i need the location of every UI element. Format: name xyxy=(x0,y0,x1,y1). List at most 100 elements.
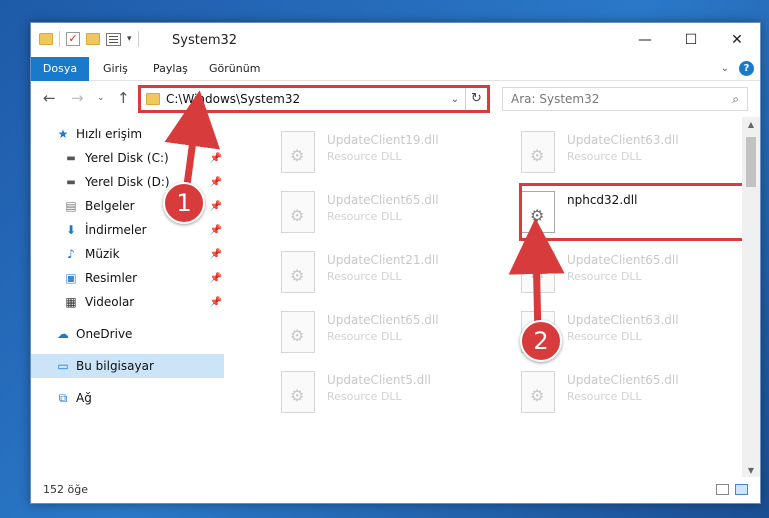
properties-icon[interactable] xyxy=(106,32,121,46)
dll-file-icon xyxy=(281,371,315,413)
file-item[interactable]: UpdateClient65.dll Resource DLL xyxy=(257,183,487,243)
file-type: Resource DLL xyxy=(567,390,642,403)
sidebar-item-label: Yerel Disk (D:) xyxy=(85,175,170,189)
file-type: Resource DLL xyxy=(567,270,642,283)
recent-locations-chevron-icon[interactable]: ⌄ xyxy=(97,93,105,103)
sidebar-item-label: Müzik xyxy=(85,247,120,261)
file-type: Resource DLL xyxy=(327,270,402,283)
file-list: UpdateClient19.dll Resource DLL UpdateCl… xyxy=(229,117,743,479)
pin-icon[interactable]: 📌 xyxy=(210,153,222,164)
file-name: UpdateClient19.dll xyxy=(327,133,439,147)
file-name: UpdateClient63.dll xyxy=(567,133,679,147)
sidebar-item-network[interactable]: ⧉ Ağ xyxy=(31,386,224,410)
scrollbar-thumb[interactable] xyxy=(746,137,756,187)
pin-icon[interactable]: 📌 xyxy=(210,201,222,212)
close-button[interactable]: ✕ xyxy=(714,23,760,57)
search-box[interactable]: Ara: System32 ⌕ xyxy=(502,87,748,111)
tab-view[interactable]: Görünüm xyxy=(199,57,270,81)
sidebar-item-videos[interactable]: ▦ Videolar 📌 xyxy=(31,290,224,314)
sidebar-item-onedrive[interactable]: ☁ OneDrive xyxy=(31,322,224,346)
sidebar-item-this-pc[interactable]: ▭ Bu bilgisayar xyxy=(31,354,224,378)
drive-icon: ▬ xyxy=(66,152,76,164)
ribbon-tabs: Dosya Giriş Paylaş Görünüm ⌄ ? xyxy=(31,57,760,81)
back-arrow-icon[interactable]: ← xyxy=(43,89,56,107)
pin-icon[interactable]: 📌 xyxy=(210,297,222,308)
file-type: Resource DLL xyxy=(567,330,642,343)
file-item[interactable]: UpdateClient65.dll Resource DLL xyxy=(497,363,727,423)
file-item[interactable]: UpdateClient63.dll Resource DLL xyxy=(497,123,727,183)
dll-file-icon xyxy=(281,251,315,293)
file-type: Resource DLL xyxy=(567,150,642,163)
address-bar[interactable]: C:\Windows\System32 ⌄ ↻ xyxy=(138,85,490,113)
pictures-icon: ▣ xyxy=(65,271,77,285)
star-icon: ★ xyxy=(57,127,69,141)
scroll-up-icon[interactable]: ▲ xyxy=(742,117,760,133)
item-count: 152 öğe xyxy=(43,483,88,496)
separator xyxy=(137,31,139,47)
vertical-scrollbar[interactable]: ▲ ▼ xyxy=(742,117,760,479)
pin-icon[interactable]: 📌 xyxy=(210,273,222,284)
pin-icon[interactable]: 📌 xyxy=(210,225,222,236)
tab-file[interactable]: Dosya xyxy=(31,57,89,81)
address-path[interactable]: C:\Windows\System32 xyxy=(166,92,445,106)
sidebar-item-label: OneDrive xyxy=(76,327,133,341)
sidebar-item-label: Resimler xyxy=(85,271,138,285)
title-bar: ✓ ▾ System32 — ☐ ✕ xyxy=(31,23,760,57)
dll-file-icon xyxy=(521,251,555,293)
document-icon: ▤ xyxy=(65,199,77,213)
forward-arrow-icon[interactable]: → xyxy=(71,89,84,107)
pin-icon[interactable]: 📌 xyxy=(210,177,222,188)
search-input[interactable]: Ara: System32 xyxy=(511,92,732,106)
download-icon: ⬇ xyxy=(65,223,77,237)
file-item[interactable]: UpdateClient65.dll Resource DLL xyxy=(497,243,727,303)
address-dropdown-icon[interactable]: ⌄ xyxy=(445,94,465,105)
sidebar-item-downloads[interactable]: ⬇ İndirmeler 📌 xyxy=(31,218,224,242)
sidebar-item-label: Videolar xyxy=(85,295,135,309)
search-icon[interactable]: ⌕ xyxy=(732,92,739,107)
file-name: UpdateClient65.dll xyxy=(327,313,439,327)
help-icon[interactable]: ? xyxy=(739,61,754,76)
tab-share[interactable]: Paylaş xyxy=(143,57,198,81)
file-item[interactable]: UpdateClient65.dll Resource DLL xyxy=(257,303,487,363)
file-type: Resource DLL xyxy=(327,210,402,223)
dll-file-icon xyxy=(281,131,315,173)
dll-file-icon xyxy=(521,131,555,173)
pin-icon[interactable]: 📌 xyxy=(210,249,222,260)
customize-toolbar-caret-icon[interactable]: ▾ xyxy=(127,34,132,44)
file-name: UpdateClient65.dll xyxy=(567,253,679,267)
large-icons-view-icon[interactable] xyxy=(735,484,748,495)
navigation-pane: ★ Hızlı erişim ▬ Yerel Disk (C:) 📌 ▬ Yer… xyxy=(31,117,226,479)
file-item[interactable]: UpdateClient21.dll Resource DLL xyxy=(257,243,487,303)
file-item[interactable]: UpdateClient19.dll Resource DLL xyxy=(257,123,487,183)
sidebar-item-music[interactable]: ♪ Müzik 📌 xyxy=(31,242,224,266)
dll-file-icon xyxy=(281,311,315,353)
file-item[interactable]: UpdateClient5.dll Resource DLL xyxy=(257,363,487,423)
file-name: UpdateClient21.dll xyxy=(327,253,439,267)
sidebar-item-quick-access[interactable]: ★ Hızlı erişim xyxy=(31,122,224,146)
sidebar-item-local-disk-c[interactable]: ▬ Yerel Disk (C:) 📌 xyxy=(31,146,224,170)
refresh-icon[interactable]: ↻ xyxy=(465,88,487,110)
maximize-button[interactable]: ☐ xyxy=(668,23,714,57)
file-name: UpdateClient65.dll xyxy=(567,373,679,387)
quick-access-toolbar: ✓ ▾ xyxy=(39,31,139,47)
file-name: UpdateClient63.dll xyxy=(567,313,679,327)
up-arrow-icon[interactable]: ↑ xyxy=(117,89,130,107)
music-icon: ♪ xyxy=(67,247,75,261)
view-switcher xyxy=(716,484,748,495)
separator xyxy=(59,31,60,47)
explorer-window: ✓ ▾ System32 — ☐ ✕ Dosya Giriş Paylaş Gö… xyxy=(30,22,761,504)
new-folder-icon[interactable] xyxy=(86,33,100,45)
tab-home[interactable]: Giriş xyxy=(93,57,138,81)
sidebar-item-label: İndirmeler xyxy=(85,223,147,237)
video-icon: ▦ xyxy=(65,295,77,309)
chevron-down-icon[interactable]: ⌄ xyxy=(721,61,729,76)
sidebar-item-pictures[interactable]: ▣ Resimler 📌 xyxy=(31,266,224,290)
dll-file-icon xyxy=(281,191,315,233)
sidebar-item-label: Hızlı erişim xyxy=(76,127,143,141)
details-view-icon[interactable] xyxy=(716,484,729,495)
checkmark-icon[interactable]: ✓ xyxy=(66,32,80,46)
folder-icon[interactable] xyxy=(39,33,53,45)
file-type: Resource DLL xyxy=(327,330,402,343)
minimize-button[interactable]: — xyxy=(622,23,668,57)
sidebar-item-label: Ağ xyxy=(76,391,92,405)
